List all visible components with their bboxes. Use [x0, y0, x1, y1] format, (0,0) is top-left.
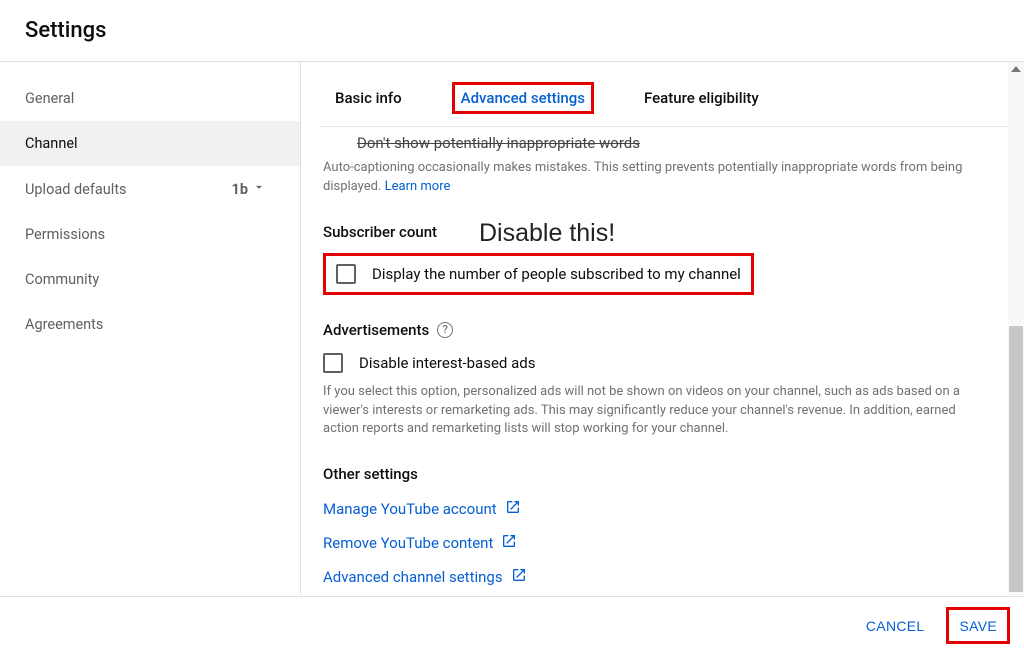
- sidebar-item-label: Channel: [25, 135, 78, 152]
- settings-sidebar: General Channel Upload defaults 1b Permi…: [0, 62, 300, 595]
- other-settings-heading: Other settings: [323, 465, 982, 483]
- sidebar-item-label: Agreements: [25, 316, 103, 333]
- highlight-save-button: SAVE: [946, 607, 1010, 644]
- chevron-down-icon: [252, 180, 266, 198]
- subscriber-count-heading: Subscriber count: [323, 223, 982, 241]
- sidebar-item-general[interactable]: General: [0, 76, 300, 121]
- sidebar-item-agreements[interactable]: Agreements: [0, 302, 300, 347]
- external-link-icon: [505, 499, 521, 519]
- ads-helper: If you select this option, personalized …: [323, 383, 982, 440]
- external-link-icon: [511, 567, 527, 587]
- remove-content-link[interactable]: Remove YouTube content: [323, 533, 982, 553]
- sidebar-item-label: Community: [25, 271, 99, 288]
- auto-caption-helper: Auto-captioning occasionally makes mista…: [323, 159, 982, 197]
- footer-bar: CANCEL SAVE: [0, 596, 1024, 654]
- auto-caption-label: Don't show potentially inappropriate wor…: [357, 134, 640, 152]
- tab-feature-eligibility[interactable]: Feature eligibility: [640, 83, 763, 113]
- link-text: Manage YouTube account: [323, 500, 497, 518]
- learn-more-link[interactable]: Learn more: [385, 179, 451, 194]
- sidebar-item-permissions[interactable]: Permissions: [0, 212, 300, 257]
- scrollbar[interactable]: [1008, 62, 1024, 595]
- sidebar-item-upload-defaults[interactable]: Upload defaults 1b: [0, 166, 300, 212]
- tab-advanced-settings[interactable]: Advanced settings: [452, 82, 594, 114]
- tabs-row: Basic info Advanced settings Feature eli…: [321, 62, 1024, 127]
- advertisements-heading: Advertisements ?: [323, 321, 982, 339]
- sidebar-item-label: Upload defaults: [25, 181, 127, 198]
- sidebar-item-label: General: [25, 90, 74, 107]
- link-text: Remove YouTube content: [323, 534, 493, 552]
- tab-basic-info[interactable]: Basic info: [331, 83, 406, 113]
- scroll-thumb[interactable]: [1009, 326, 1023, 592]
- heading-text: Advertisements: [323, 321, 429, 339]
- annotation-disable-this: Disable this!: [479, 219, 615, 248]
- save-button[interactable]: SAVE: [959, 618, 997, 634]
- sidebar-item-channel[interactable]: Channel: [0, 121, 300, 166]
- subscriber-count-checkbox[interactable]: [336, 264, 356, 284]
- link-text: Advanced channel settings: [323, 568, 503, 586]
- extension-badge: 1b: [232, 180, 266, 198]
- external-link-icon: [501, 533, 517, 553]
- auto-caption-row: Don't show potentially inappropriate wor…: [323, 133, 982, 159]
- main-panel: Basic info Advanced settings Feature eli…: [301, 62, 1024, 595]
- scroll-up-icon[interactable]: [1011, 66, 1021, 72]
- help-icon[interactable]: ?: [437, 322, 453, 338]
- page-title: Settings: [0, 0, 1024, 61]
- disable-ads-checkbox[interactable]: [323, 353, 343, 373]
- subscriber-checkbox-label: Display the number of people subscribed …: [372, 265, 741, 283]
- cancel-button[interactable]: CANCEL: [866, 618, 925, 634]
- highlight-subscriber-checkbox: Display the number of people subscribed …: [323, 253, 754, 295]
- auto-caption-checkbox[interactable]: [323, 133, 343, 153]
- manage-account-link[interactable]: Manage YouTube account: [323, 499, 982, 519]
- sidebar-item-community[interactable]: Community: [0, 257, 300, 302]
- disable-ads-row: Disable interest-based ads: [323, 353, 982, 373]
- sidebar-item-label: Permissions: [25, 226, 105, 243]
- badge-text: 1b: [232, 181, 248, 198]
- disable-ads-label: Disable interest-based ads: [359, 354, 535, 372]
- advanced-channel-link[interactable]: Advanced channel settings: [323, 567, 982, 587]
